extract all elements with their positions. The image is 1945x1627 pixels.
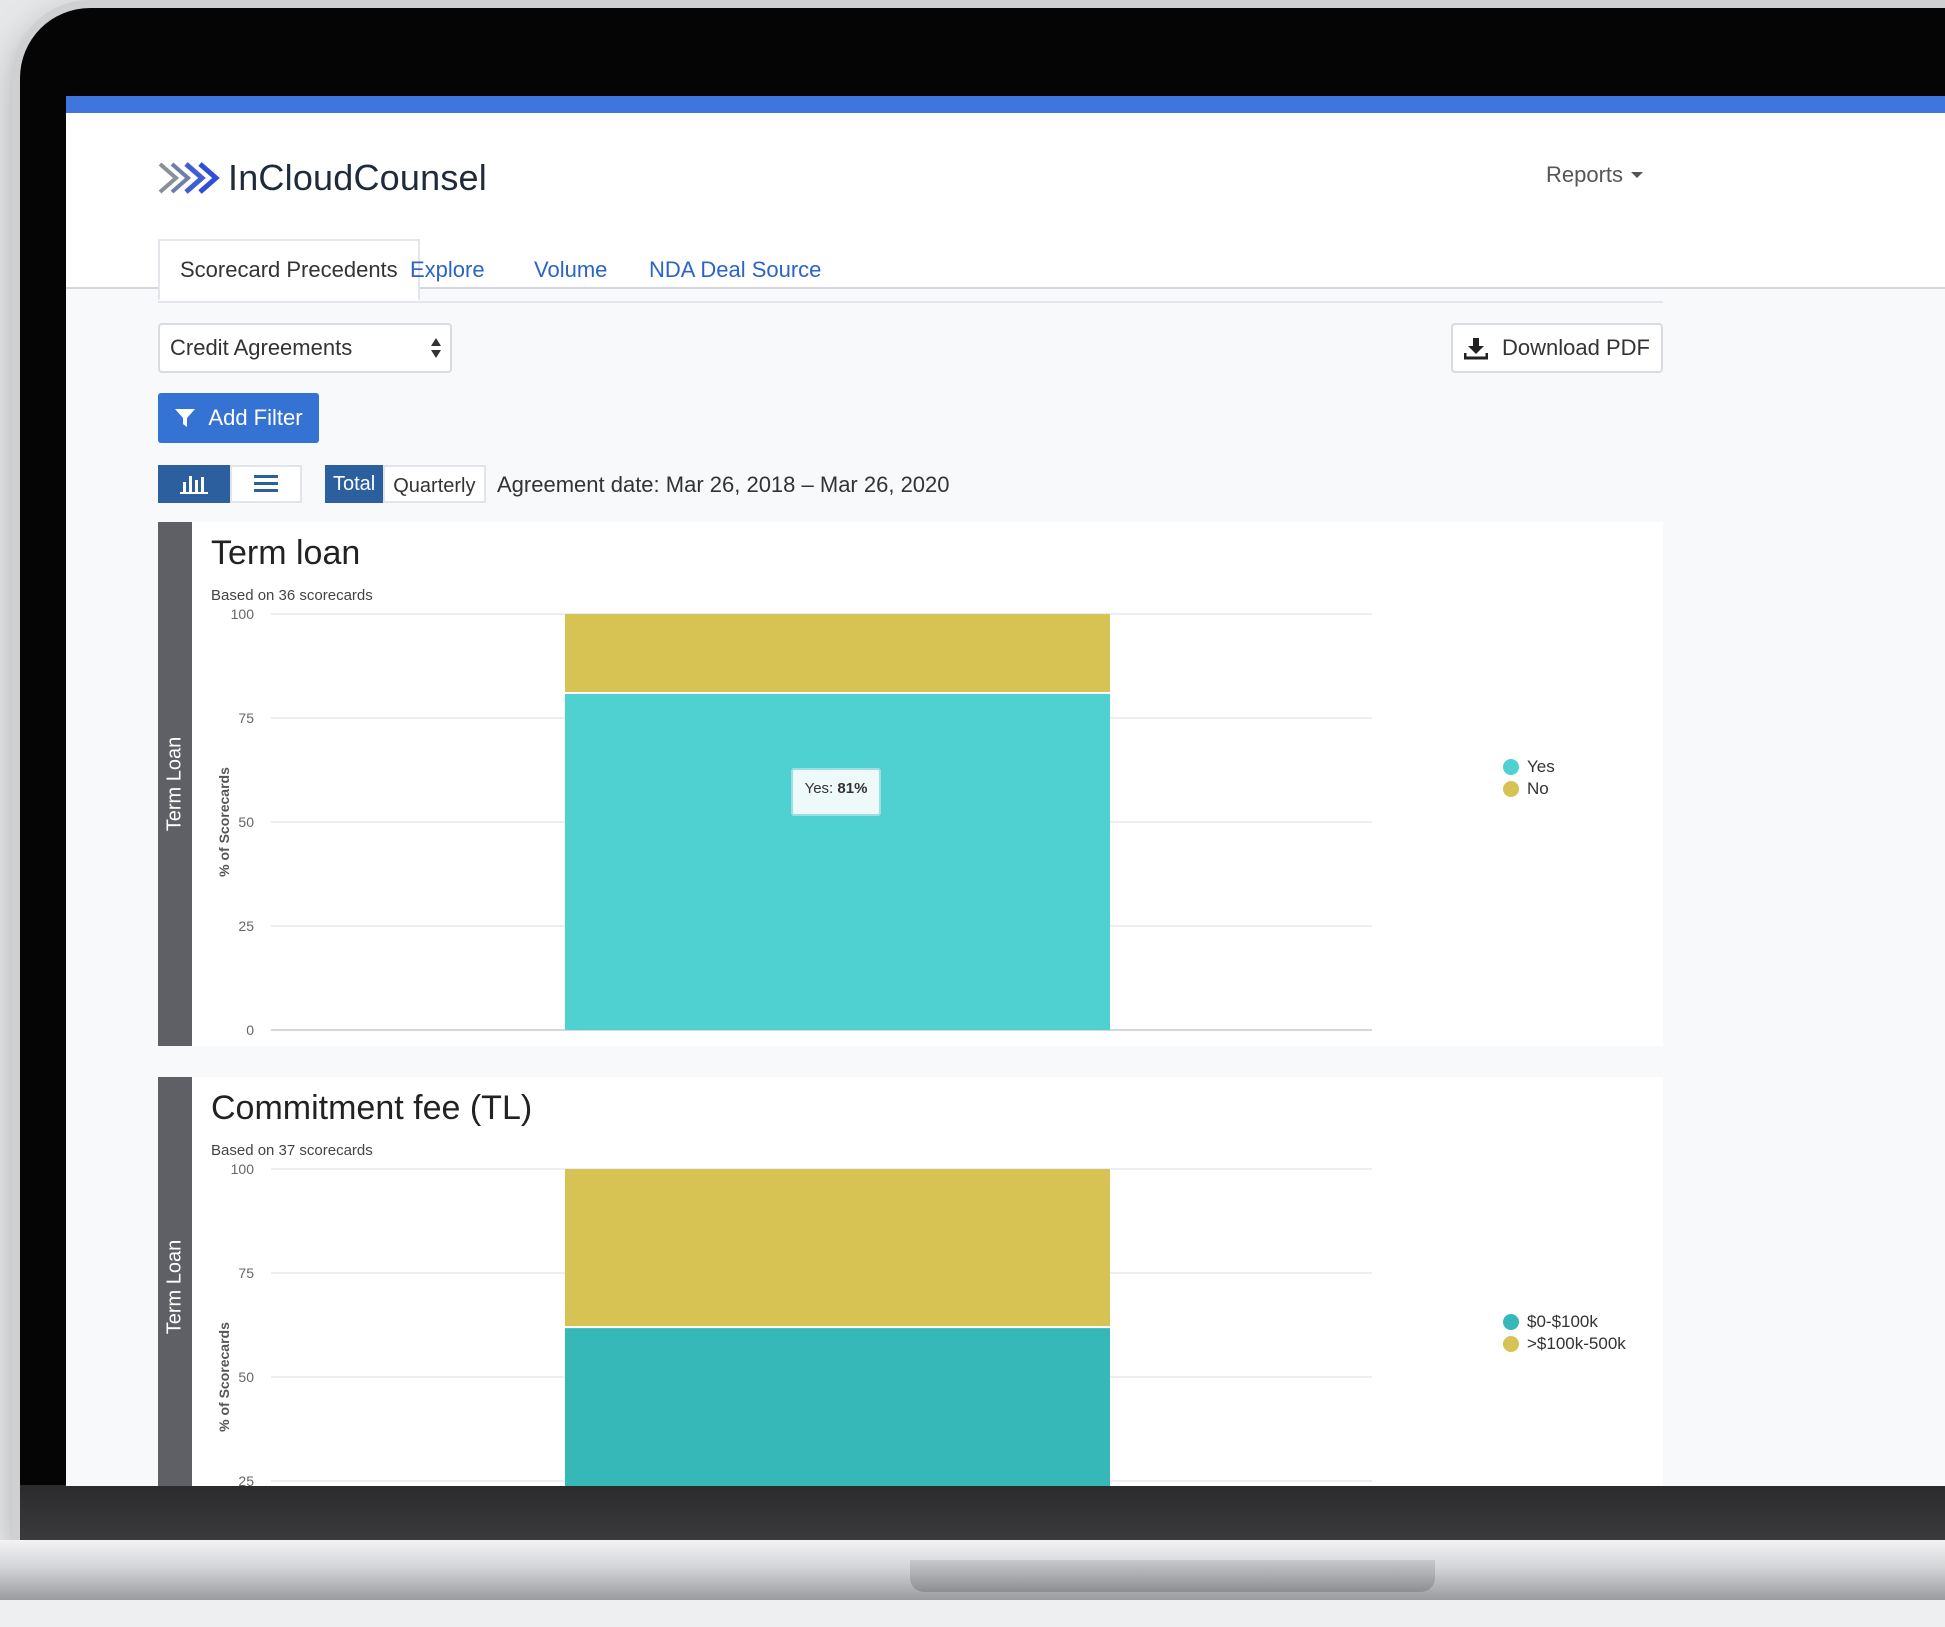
bar-segment xyxy=(565,693,1110,1030)
laptop-bezel-bottom xyxy=(20,1485,1945,1545)
legend-swatch xyxy=(1503,759,1519,775)
up-down-arrows-icon xyxy=(431,338,441,358)
side-label-text: Term Loan xyxy=(163,736,186,832)
list-icon xyxy=(254,475,278,492)
view-toggle xyxy=(158,465,302,503)
period-total-button[interactable]: Total xyxy=(325,465,384,503)
side-label-text: Term Loan xyxy=(163,1239,186,1335)
bar-segment xyxy=(565,1327,1110,1486)
legend-swatch xyxy=(1503,1314,1519,1330)
chevron-down-icon xyxy=(1631,172,1644,178)
y-tick-label: 25 xyxy=(238,918,254,934)
chart-legend: $0-$100k >$100k-500k xyxy=(1503,1311,1626,1355)
filter-icon xyxy=(175,409,196,427)
download-icon xyxy=(1464,338,1489,360)
tab-nda-deal-source[interactable]: NDA Deal Source xyxy=(649,239,821,301)
logo-chevrons-icon xyxy=(158,162,220,194)
agreement-type-value: Credit Agreements xyxy=(170,335,353,360)
reports-menu[interactable]: Reports xyxy=(1546,162,1644,188)
legend-swatch xyxy=(1503,781,1519,797)
laptop-hinge-notch xyxy=(910,1560,1435,1592)
bar-chart-icon xyxy=(180,476,208,494)
agreement-date-range: Agreement date: Mar 26, 2018 – Mar 26, 2… xyxy=(497,472,950,497)
y-tick-label: 75 xyxy=(238,710,254,726)
top-accent-bar xyxy=(66,96,1945,113)
commitment-fee-chart: % of Scorecards 25 50 75 100 xyxy=(216,1162,1372,1486)
tab-volume[interactable]: Volume xyxy=(534,239,607,301)
legend-label: No xyxy=(1527,779,1549,798)
card-side-label: Term Loan xyxy=(158,522,192,1046)
reports-menu-label: Reports xyxy=(1546,162,1624,187)
y-tick-label: 100 xyxy=(231,1162,255,1177)
period-toggle: Total Quarterly xyxy=(325,465,486,503)
legend-label: >$100k-500k xyxy=(1527,1334,1626,1353)
add-filter-button[interactable]: Add Filter xyxy=(158,393,319,443)
chart-card-term-loan: Term Loan Term loan Based on 36 scorecar… xyxy=(158,522,1663,1046)
surface xyxy=(0,1600,1945,1627)
tab-scorecard-precedents[interactable]: Scorecard Precedents xyxy=(158,239,420,301)
legend-item-yes[interactable]: Yes xyxy=(1503,756,1555,778)
legend-swatch xyxy=(1503,1336,1519,1352)
y-tick-label: 100 xyxy=(231,607,255,622)
list-view-button[interactable] xyxy=(230,465,302,503)
chart-view-button[interactable] xyxy=(158,465,230,503)
agreement-type-select[interactable]: Credit Agreements xyxy=(158,323,452,373)
tab-explore[interactable]: Explore xyxy=(410,239,485,301)
y-tick-label: 50 xyxy=(238,814,254,830)
add-filter-label: Add Filter xyxy=(208,405,303,430)
y-tick-label: 0 xyxy=(246,1022,254,1037)
y-tick-label: 75 xyxy=(238,1265,254,1281)
y-axis-title: % of Scorecards xyxy=(216,1322,232,1432)
download-pdf-button[interactable]: Download PDF xyxy=(1451,323,1663,373)
y-tick-label: 50 xyxy=(238,1369,254,1385)
chart-subtitle: Based on 37 scorecards xyxy=(211,1142,373,1159)
legend-label: Yes xyxy=(1527,757,1555,776)
legend-item-100k-500k[interactable]: >$100k-500k xyxy=(1503,1333,1626,1355)
logo-text: InCloudCounsel xyxy=(228,157,487,198)
chart-card-commitment-fee: Term Loan Commitment fee (TL) Based on 3… xyxy=(158,1077,1663,1486)
period-quarterly-button[interactable]: Quarterly xyxy=(383,465,486,503)
y-tick-label: 25 xyxy=(238,1473,254,1486)
logo[interactable]: InCloudCounsel xyxy=(158,148,487,208)
chart-title: Term loan xyxy=(211,534,361,572)
chart-legend: Yes No xyxy=(1503,756,1555,800)
term-loan-chart: % of Scorecards 0 25 50 75 100 Yes: 81% xyxy=(216,607,1372,1037)
y-axis-title: % of Scorecards xyxy=(216,767,232,877)
report-tabs: Scorecard Precedents Explore Volume NDA … xyxy=(158,239,1663,303)
legend-item-no[interactable]: No xyxy=(1503,778,1555,800)
download-pdf-label: Download PDF xyxy=(1502,335,1650,360)
chart-subtitle: Based on 36 scorecards xyxy=(211,587,373,604)
tooltip-text: Yes: 81% xyxy=(805,780,868,797)
bar-segment xyxy=(565,614,1110,694)
chart-title: Commitment fee (TL) xyxy=(211,1089,533,1127)
app-screen: InCloudCounsel Reports Scorecard Precede… xyxy=(66,96,1945,1486)
legend-item-0-100k[interactable]: $0-$100k xyxy=(1503,1311,1626,1333)
legend-label: $0-$100k xyxy=(1527,1312,1598,1331)
card-side-label: Term Loan xyxy=(158,1077,192,1486)
bar-segment xyxy=(565,1169,1110,1328)
